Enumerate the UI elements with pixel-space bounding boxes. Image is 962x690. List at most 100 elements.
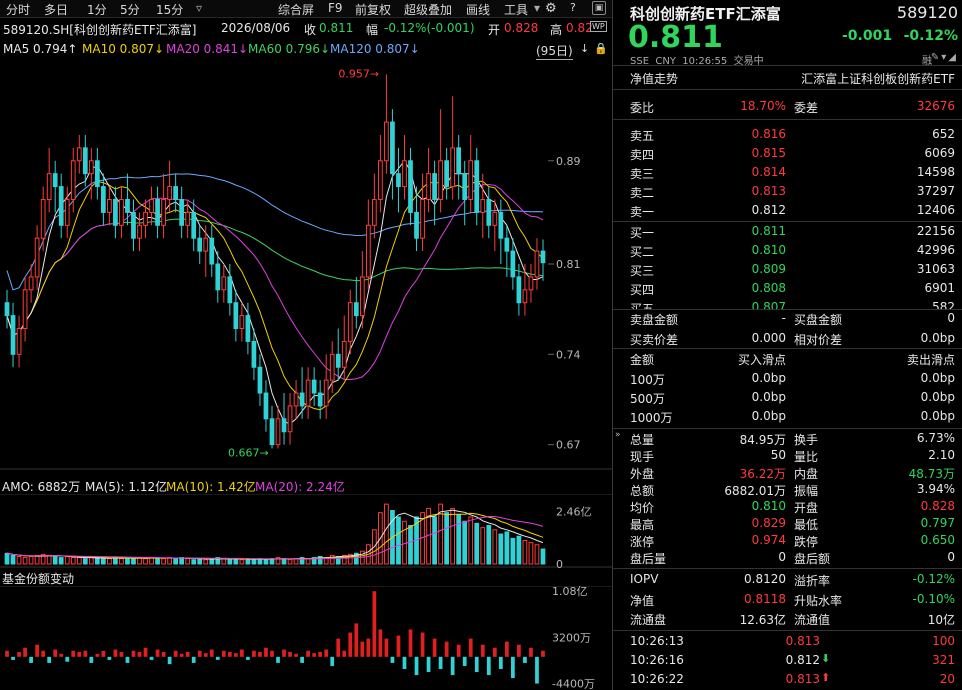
window-icon[interactable]: ▣ (592, 1, 606, 15)
candle[interactable] (378, 134, 383, 213)
f9-button[interactable]: F9 (328, 1, 343, 15)
tab-duori[interactable]: 多日 (44, 1, 68, 18)
candle[interactable] (125, 173, 130, 226)
volume-chart[interactable]: 2.46亿 0 (0, 494, 612, 568)
candlestick-chart[interactable]: 0.89 0.81 0.74 0.67 0.957→ 0.667→ (0, 58, 612, 470)
candle[interactable] (498, 199, 504, 264)
zonghe-button[interactable]: 综合屏 (278, 1, 314, 18)
candle[interactable] (456, 134, 462, 200)
candle[interactable] (197, 225, 203, 264)
candle[interactable] (534, 238, 540, 290)
candle[interactable] (173, 173, 179, 213)
candle[interactable] (450, 96, 456, 200)
wp-icon[interactable]: WP (590, 21, 607, 32)
candle[interactable] (155, 186, 160, 239)
tab-5min[interactable]: 5分 (120, 1, 140, 18)
candle[interactable] (414, 186, 419, 252)
candle[interactable] (88, 147, 94, 200)
candle[interactable] (492, 199, 498, 252)
candle[interactable] (167, 160, 172, 213)
candle[interactable] (239, 302, 245, 342)
overlay-button[interactable]: 超级叠加 (404, 1, 452, 18)
candle[interactable] (52, 160, 58, 213)
tools-button[interactable]: 工具 (504, 1, 528, 18)
candle[interactable] (100, 173, 106, 226)
candle[interactable] (323, 354, 329, 419)
candle[interactable] (420, 173, 425, 252)
candle[interactable] (396, 147, 401, 213)
candle[interactable] (341, 315, 347, 381)
candle[interactable] (131, 199, 136, 252)
candle[interactable] (311, 367, 317, 406)
candle[interactable] (119, 186, 124, 239)
candle[interactable] (408, 147, 413, 226)
period-dropdown-icon[interactable]: ▿ (196, 1, 202, 15)
candle[interactable] (390, 109, 395, 200)
candle[interactable] (46, 147, 52, 213)
candle[interactable] (305, 367, 311, 419)
candle[interactable] (137, 212, 142, 252)
candle[interactable] (486, 186, 492, 239)
candle[interactable] (58, 173, 64, 239)
candle[interactable] (215, 251, 221, 303)
candle[interactable] (40, 186, 46, 252)
candle[interactable] (317, 380, 323, 419)
candle[interactable] (179, 186, 185, 239)
candle[interactable] (263, 380, 269, 432)
candle[interactable] (468, 134, 474, 213)
draw-button[interactable]: 画线 (466, 1, 490, 18)
candle[interactable] (522, 264, 528, 316)
candle[interactable] (143, 199, 148, 239)
candle[interactable] (480, 173, 486, 239)
candle[interactable] (432, 160, 437, 226)
settings-icon[interactable]: ⚙ (545, 1, 557, 16)
candle[interactable] (107, 186, 112, 226)
lock-icon[interactable]: 🔒 (594, 42, 608, 55)
candle[interactable] (347, 289, 353, 355)
candle[interactable] (221, 264, 227, 303)
candle[interactable] (371, 173, 377, 239)
candle[interactable] (402, 134, 407, 200)
candle[interactable] (34, 225, 40, 290)
candle[interactable] (22, 276, 28, 342)
candle[interactable] (4, 289, 10, 329)
fund-bar (258, 651, 262, 657)
candle[interactable] (281, 393, 287, 445)
tools-dropdown-icon[interactable]: ▾ (534, 1, 540, 15)
candle[interactable] (353, 276, 359, 329)
candle[interactable] (510, 238, 516, 290)
candle[interactable] (209, 225, 215, 277)
candle[interactable] (384, 74, 389, 174)
candle[interactable] (16, 315, 22, 368)
candle[interactable] (462, 160, 468, 226)
candle[interactable] (528, 264, 534, 303)
candle[interactable] (293, 380, 299, 419)
candle[interactable] (438, 109, 443, 213)
candle[interactable] (299, 367, 305, 419)
candle[interactable] (426, 147, 431, 213)
tab-15min[interactable]: 15分 (156, 1, 183, 18)
candle[interactable] (161, 173, 166, 239)
candle[interactable] (365, 199, 371, 290)
candle[interactable] (335, 328, 341, 381)
candle[interactable] (10, 302, 16, 368)
candle[interactable] (444, 147, 450, 200)
candle[interactable] (64, 186, 70, 239)
tab-1min[interactable]: 1分 (87, 1, 107, 18)
candle[interactable] (540, 239, 546, 281)
candle[interactable] (191, 199, 197, 252)
fund-change-chart[interactable]: 1.08亿 3200万 -4400万 (0, 586, 612, 690)
candle[interactable] (474, 147, 480, 226)
candle[interactable] (94, 147, 100, 200)
fuquan-button[interactable]: 前复权 (355, 1, 391, 18)
help-icon[interactable]: ? (570, 1, 576, 14)
candle[interactable] (287, 393, 293, 445)
candle[interactable] (269, 405, 275, 449)
candle[interactable] (203, 225, 209, 277)
candle[interactable] (257, 354, 263, 406)
tab-fenshi[interactable]: 分时 (6, 1, 30, 18)
candle[interactable] (233, 289, 239, 342)
candle[interactable] (149, 186, 154, 226)
candle[interactable] (76, 134, 82, 174)
collapse-icon[interactable]: ↓ (580, 42, 589, 55)
